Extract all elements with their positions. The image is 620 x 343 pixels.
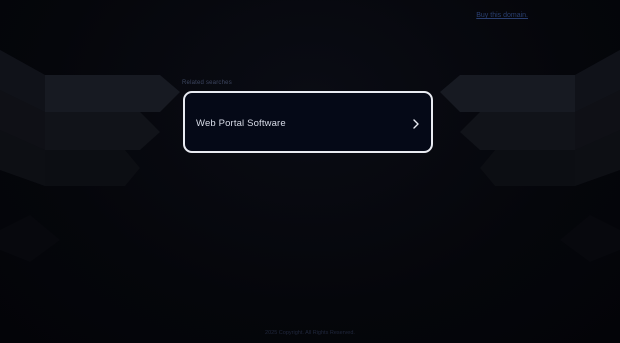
decorative-wings-background xyxy=(0,50,620,262)
related-search-item-web-portal-software[interactable]: Web Portal Software xyxy=(183,91,433,153)
parked-domain-page: Buy this domain. Related searches Web Po… xyxy=(0,0,620,343)
related-search-label: Web Portal Software xyxy=(196,118,286,129)
footer-copyright: 2025 Copyright. All Rights Reserved. xyxy=(265,330,355,336)
buy-domain-link[interactable]: Buy this domain. xyxy=(476,12,528,19)
related-searches-heading: Related searches xyxy=(182,80,232,86)
chevron-right-icon xyxy=(413,119,419,129)
